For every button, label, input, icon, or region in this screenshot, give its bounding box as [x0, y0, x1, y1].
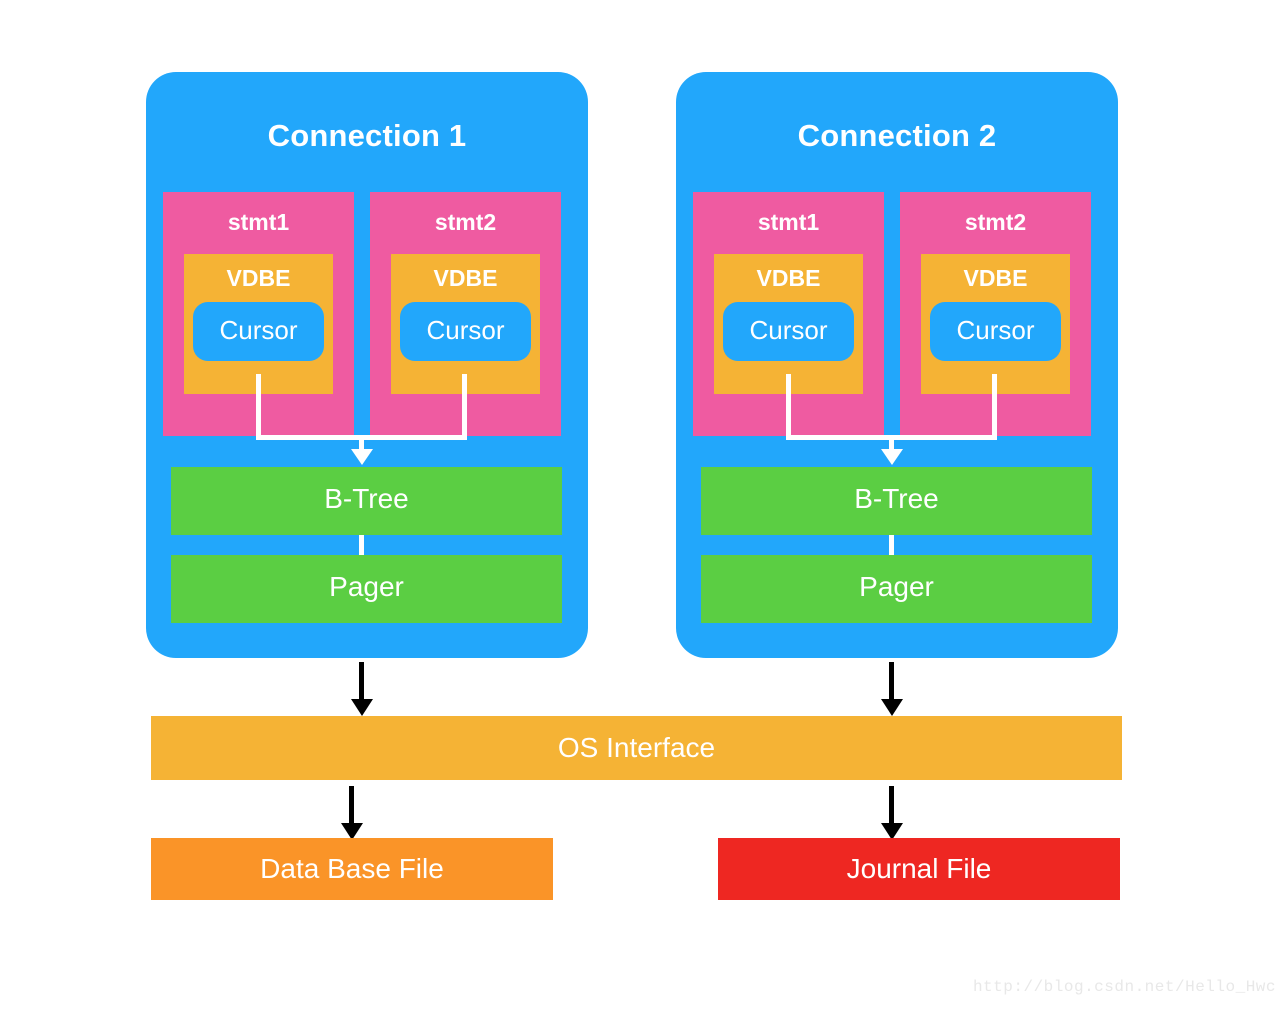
- database-file-bar: Data Base File: [151, 838, 553, 900]
- connection-1-to-os-interface-arrowhead: [351, 699, 373, 716]
- connection-2-to-os-interface-line: [889, 662, 894, 702]
- os-interface-to-journal-file-line: [889, 786, 894, 826]
- os-interface-bar: OS Interface: [151, 716, 1122, 780]
- connection-2-pager-label: Pager: [859, 571, 934, 602]
- connection-1-stmt1-vdbe-box: VDBE Cursor: [184, 254, 333, 394]
- database-file-label: Data Base File: [260, 853, 444, 884]
- connection-2-stmt2-label: stmt2: [964, 209, 1027, 235]
- connection-2-stmt2-cursor-box: Cursor: [930, 302, 1061, 361]
- connection-panel-1: Connection 1 stmt1 VDBE Cursor stmt2 VDB…: [146, 72, 588, 658]
- connection-1-stmt1-vdbe-label: VDBE: [226, 265, 291, 291]
- connection-2-stmt1-vdbe-label: VDBE: [756, 265, 821, 291]
- os-interface-to-database-file-line: [349, 786, 354, 826]
- journal-file-label: Journal File: [846, 853, 992, 884]
- connection-1-stmt2-label: stmt2: [434, 209, 497, 235]
- connection-panel-2: Connection 2 stmt1 VDBE Cursor stmt2 VDB…: [676, 72, 1118, 658]
- connection-1-cursor1-connector-line: [256, 374, 261, 440]
- connection-1-stmt2-cursor-label: Cursor: [426, 315, 505, 345]
- connection-2-stmt2-vdbe-box: VDBE Cursor: [921, 254, 1070, 394]
- connection-2-stmt2-cursor-label: Cursor: [956, 315, 1035, 345]
- connection-1-pager-label: Pager: [329, 571, 404, 602]
- connection-1-btree-box: B-Tree: [171, 467, 562, 535]
- connection-2-btree-pager-link: [889, 535, 894, 555]
- os-interface-label: OS Interface: [557, 732, 716, 763]
- connection-1-connector-arrowhead: [351, 449, 373, 465]
- connection-2-pager-box: Pager: [701, 555, 1092, 623]
- connection-1-stmt2-vdbe-box: VDBE Cursor: [391, 254, 540, 394]
- diagram-canvas: Connection 1 stmt1 VDBE Cursor stmt2 VDB…: [0, 0, 1286, 1010]
- connection-2-stmt2-vdbe-label: VDBE: [963, 265, 1028, 291]
- connection-2-stmt1-vdbe-box: VDBE Cursor: [714, 254, 863, 394]
- connection-2-btree-label: B-Tree: [854, 483, 939, 514]
- connection-1-stmt1-cursor-label: Cursor: [219, 315, 298, 345]
- connection-2-stmt1-cursor-box: Cursor: [723, 302, 854, 361]
- connection-2-stmt1-label: stmt1: [757, 209, 820, 235]
- connection-2-btree-box: B-Tree: [701, 467, 1092, 535]
- connection-2-connector-arrowhead: [881, 449, 903, 465]
- connection-1-to-os-interface-line: [359, 662, 364, 702]
- connection-2-cursor2-connector-line: [992, 374, 997, 440]
- connection-2-cursor1-connector-line: [786, 374, 791, 440]
- connection-2-to-os-interface-arrowhead: [881, 699, 903, 716]
- watermark-url: http://blog.csdn.net/Hello_Hwc: [972, 978, 1276, 996]
- connection-1-title: Connection 1: [267, 118, 467, 153]
- connection-1-cursor2-connector-line: [462, 374, 467, 440]
- journal-file-bar: Journal File: [718, 838, 1120, 900]
- connection-2-title: Connection 2: [797, 118, 997, 153]
- connection-1-stmt1-label: stmt1: [227, 209, 290, 235]
- connection-2-stmt1-cursor-label: Cursor: [749, 315, 828, 345]
- connection-1-btree-label: B-Tree: [324, 483, 409, 514]
- connection-1-btree-pager-link: [359, 535, 364, 555]
- connection-1-pager-box: Pager: [171, 555, 562, 623]
- connection-1-stmt1-cursor-box: Cursor: [193, 302, 324, 361]
- connection-1-stmt2-vdbe-label: VDBE: [433, 265, 498, 291]
- connection-1-stmt2-cursor-box: Cursor: [400, 302, 531, 361]
